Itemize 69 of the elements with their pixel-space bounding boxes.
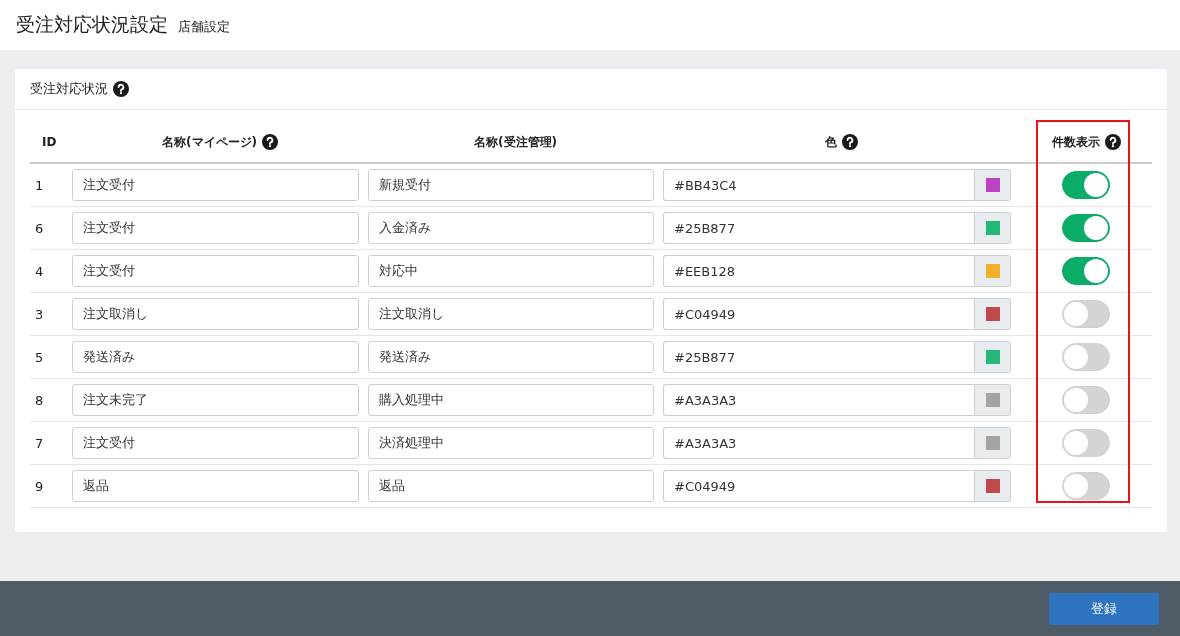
- id-cell: 3: [35, 306, 44, 322]
- mypage-name-field[interactable]: 注文取消し: [72, 298, 359, 330]
- color-picker-button[interactable]: [974, 255, 1011, 287]
- column-header: 名称(マイページ): [162, 133, 257, 151]
- mypage-name-field[interactable]: 注文受付: [72, 255, 359, 287]
- help-icon[interactable]: [1104, 134, 1121, 150]
- admin-name-field[interactable]: 新規受付: [368, 169, 654, 201]
- color-picker-button[interactable]: [974, 427, 1011, 459]
- color-swatch[interactable]: [985, 350, 1000, 364]
- column-header: 名称(受注管理): [474, 133, 557, 151]
- color-swatch[interactable]: [985, 436, 1000, 450]
- toggle-switch[interactable]: [1062, 343, 1110, 371]
- toggle-switch[interactable]: [1062, 257, 1110, 285]
- toggle-switch[interactable]: [1062, 429, 1110, 457]
- toggle-switch[interactable]: [1062, 472, 1110, 500]
- column-header: 色: [825, 133, 837, 151]
- admin-name-field[interactable]: 入金済み: [368, 212, 654, 244]
- admin-name-field[interactable]: 対応中: [368, 255, 654, 287]
- color-picker-button[interactable]: [974, 470, 1011, 502]
- color-swatch[interactable]: [985, 264, 1000, 278]
- admin-name-field[interactable]: 購入処理中: [368, 384, 654, 416]
- page-title: 受注対応状況設定: [16, 12, 168, 37]
- color-field[interactable]: #BB43C4: [663, 169, 974, 201]
- toggle-switch[interactable]: [1062, 300, 1110, 328]
- column-header: ID: [42, 135, 57, 149]
- color-picker-button[interactable]: [974, 341, 1011, 373]
- color-field[interactable]: #A3A3A3: [663, 427, 974, 459]
- toggle-switch[interactable]: [1062, 386, 1110, 414]
- admin-name-field[interactable]: 返品: [368, 470, 654, 502]
- color-field[interactable]: #C04949: [663, 298, 974, 330]
- mypage-name-field[interactable]: 返品: [72, 470, 359, 502]
- mypage-name-field[interactable]: 注文未完了: [72, 384, 359, 416]
- help-icon[interactable]: [842, 134, 858, 150]
- color-field[interactable]: #A3A3A3: [663, 384, 974, 416]
- mypage-name-field[interactable]: 注文受付: [72, 169, 359, 201]
- color-field[interactable]: #25B877: [663, 212, 974, 244]
- color-swatch[interactable]: [985, 178, 1000, 192]
- color-swatch[interactable]: [985, 393, 1000, 407]
- admin-name-field[interactable]: 注文取消し: [368, 298, 654, 330]
- id-cell: 5: [35, 349, 44, 365]
- submit-button[interactable]: 登録: [1049, 592, 1159, 625]
- toggle-switch[interactable]: [1062, 214, 1110, 242]
- color-picker-button[interactable]: [974, 298, 1011, 330]
- color-swatch[interactable]: [985, 307, 1000, 321]
- color-field[interactable]: #C04949: [663, 470, 974, 502]
- color-swatch[interactable]: [985, 221, 1000, 235]
- id-cell: 1: [35, 177, 44, 193]
- id-cell: 8: [35, 392, 44, 408]
- id-cell: 6: [35, 220, 44, 236]
- color-picker-button[interactable]: [974, 169, 1011, 201]
- help-icon[interactable]: [113, 81, 129, 97]
- mypage-name-field[interactable]: 発送済み: [72, 341, 359, 373]
- admin-name-field[interactable]: 発送済み: [368, 341, 654, 373]
- id-cell: 7: [35, 435, 44, 451]
- color-field[interactable]: #25B877: [663, 341, 974, 373]
- id-cell: 9: [35, 478, 44, 494]
- color-picker-button[interactable]: [974, 212, 1011, 244]
- id-cell: 4: [35, 263, 44, 279]
- panel-title: 受注対応状況: [30, 80, 108, 98]
- mypage-name-field[interactable]: 注文受付: [72, 212, 359, 244]
- help-icon[interactable]: [262, 134, 278, 150]
- color-swatch[interactable]: [985, 479, 1000, 493]
- color-field[interactable]: #EEB128: [663, 255, 974, 287]
- column-header: 件数表示: [1051, 133, 1100, 151]
- toggle-switch[interactable]: [1062, 171, 1110, 199]
- color-picker-button[interactable]: [974, 384, 1011, 416]
- mypage-name-field[interactable]: 注文受付: [72, 427, 359, 459]
- admin-name-field[interactable]: 決済処理中: [368, 427, 654, 459]
- page-subtitle: 店舗設定: [178, 17, 230, 36]
